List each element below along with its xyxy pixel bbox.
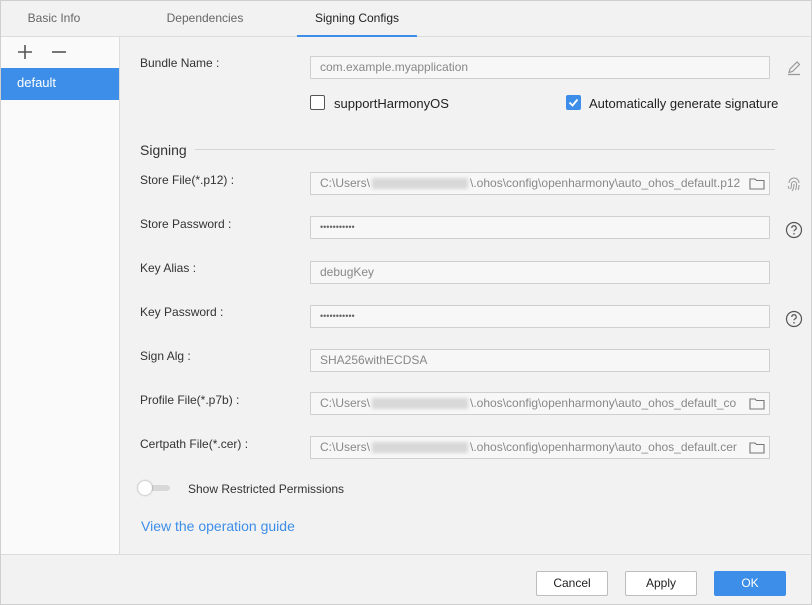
key-password-field[interactable]: ••••••••••• — [310, 305, 770, 328]
folder-icon[interactable] — [749, 441, 765, 454]
sign-alg-field[interactable]: SHA256withECDSA — [310, 349, 770, 372]
tab-bar: Basic Info Dependencies Signing Configs — [1, 1, 811, 37]
store-file-suffix: \.ohos\config\openharmony\auto_ohos_defa… — [470, 176, 741, 190]
fingerprint-icon[interactable] — [785, 176, 803, 194]
tab-dependencies[interactable]: Dependencies — [121, 1, 289, 37]
store-file-prefix: C:\Users\ — [320, 176, 371, 190]
bundle-name-field[interactable]: com.example.myapplication — [310, 56, 770, 79]
support-harmonyos-checkbox[interactable] — [310, 95, 325, 110]
sidebar-toolbar — [1, 37, 119, 67]
ok-button[interactable]: OK — [714, 571, 786, 596]
bundle-name-label: Bundle Name : — [140, 56, 220, 70]
store-password-label: Store Password : — [140, 217, 232, 231]
apply-button[interactable]: Apply — [625, 571, 697, 596]
folder-icon[interactable] — [749, 397, 765, 410]
key-alias-field[interactable]: debugKey — [310, 261, 770, 284]
sign-alg-label: Sign Alg : — [140, 349, 191, 363]
key-alias-label: Key Alias : — [140, 261, 197, 275]
restricted-permissions-toggle[interactable] — [138, 481, 172, 495]
key-password-label: Key Password : — [140, 305, 224, 319]
sidebar: default — [1, 37, 120, 554]
help-icon[interactable] — [785, 310, 803, 328]
toggle-knob — [138, 481, 152, 495]
profile-file-prefix: C:\Users\ — [320, 396, 371, 410]
tab-basic-info[interactable]: Basic Info — [1, 1, 107, 37]
help-icon[interactable] — [785, 221, 803, 239]
minus-icon[interactable] — [49, 42, 69, 62]
store-file-label: Store File(*.p12) : — [140, 173, 235, 187]
certpath-file-field[interactable]: C:\Users\ \.ohos\config\openharmony\auto_… — [310, 436, 770, 459]
store-password-field[interactable]: ••••••••••• — [310, 216, 770, 239]
redacted-username — [372, 398, 469, 410]
plus-icon[interactable] — [15, 42, 35, 62]
signing-section-title: Signing — [140, 142, 187, 158]
auto-signature-label: Automatically generate signature — [589, 96, 779, 111]
redacted-username — [372, 442, 469, 454]
section-divider — [195, 149, 775, 150]
tab-signing-configs[interactable]: Signing Configs — [297, 1, 417, 37]
checkmark-icon — [568, 98, 579, 107]
certpath-file-suffix: \.ohos\config\openharmony\auto_ohos_defa… — [470, 440, 737, 454]
folder-icon[interactable] — [749, 177, 765, 190]
profile-file-field[interactable]: C:\Users\ \.ohos\config\openharmony\auto_… — [310, 392, 770, 415]
auto-signature-checkbox[interactable] — [566, 95, 581, 110]
cancel-button[interactable]: Cancel — [536, 571, 608, 596]
store-file-field[interactable]: C:\Users\ \.ohos\config\openharmony\auto_… — [310, 172, 770, 195]
restricted-permissions-label: Show Restricted Permissions — [188, 482, 345, 496]
profile-file-suffix: \.ohos\config\openharmony\auto_ohos_defa… — [470, 396, 737, 410]
certpath-file-label: Certpath File(*.cer) : — [140, 437, 249, 451]
sidebar-item-default[interactable]: default — [1, 68, 119, 100]
signing-configs-panel: Bundle Name : com.example.myapplication … — [120, 37, 811, 554]
operation-guide-link[interactable]: View the operation guide — [141, 518, 295, 534]
redacted-username — [372, 178, 469, 190]
profile-file-label: Profile File(*.p7b) : — [140, 393, 240, 407]
support-harmonyos-label: supportHarmonyOS — [334, 96, 449, 111]
edit-pencil-icon[interactable] — [785, 59, 803, 77]
dialog-footer: Cancel Apply OK — [1, 554, 811, 604]
certpath-file-prefix: C:\Users\ — [320, 440, 371, 454]
